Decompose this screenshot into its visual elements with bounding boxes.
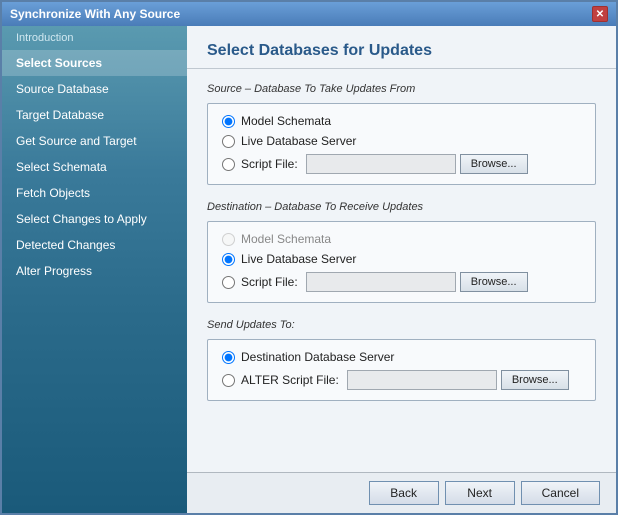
send-dest-db-label: Destination Database Server	[241, 350, 394, 364]
sidebar-item-source-database[interactable]: Source Database	[2, 76, 187, 102]
dest-script-file-label: Script File:	[241, 275, 298, 289]
send-alter-script-row: ALTER Script File: Browse...	[222, 370, 581, 390]
close-button[interactable]: ✕	[592, 6, 608, 22]
dest-script-file-input[interactable]	[306, 272, 456, 292]
dest-model-schemata-label: Model Schemata	[241, 232, 331, 246]
sidebar-item-alter-progress[interactable]: Alter Progress	[2, 258, 187, 284]
send-dest-db-radio[interactable]	[222, 351, 235, 364]
source-model-schemata-label: Model Schemata	[241, 114, 331, 128]
send-alter-script-input[interactable]	[347, 370, 497, 390]
sidebar-item-select-changes[interactable]: Select Changes to Apply	[2, 206, 187, 232]
source-browse-button[interactable]: Browse...	[460, 154, 528, 174]
source-script-file-radio[interactable]	[222, 158, 235, 171]
source-section-box: Model Schemata Live Database Server Scri…	[207, 103, 596, 185]
main-window: Synchronize With Any Source ✕ Introducti…	[0, 0, 618, 515]
source-live-db-label: Live Database Server	[241, 134, 356, 148]
source-script-file-label: Script File:	[241, 157, 298, 171]
source-script-file-input[interactable]	[306, 154, 456, 174]
dest-live-db-row: Live Database Server	[222, 252, 581, 266]
main-body: Source – Database To Take Updates From M…	[187, 69, 616, 472]
page-title: Select Databases for Updates	[207, 42, 596, 60]
footer: Back Next Cancel	[187, 472, 616, 513]
send-alter-script-radio[interactable]	[222, 374, 235, 387]
destination-section: Destination – Database To Receive Update…	[207, 201, 596, 303]
source-script-file-row: Script File: Browse...	[222, 154, 581, 174]
dest-script-file-radio[interactable]	[222, 276, 235, 289]
destination-section-label: Destination – Database To Receive Update…	[207, 201, 596, 213]
window-title: Synchronize With Any Source	[10, 7, 180, 21]
send-updates-label: Send Updates To:	[207, 319, 596, 331]
send-updates-box: Destination Database Server ALTER Script…	[207, 339, 596, 401]
send-alter-script-label: ALTER Script File:	[241, 373, 339, 387]
sidebar-item-introduction[interactable]: Introduction	[2, 26, 187, 50]
sidebar-item-fetch-objects[interactable]: Fetch Objects	[2, 180, 187, 206]
sidebar-item-detected-changes[interactable]: Detected Changes	[2, 232, 187, 258]
sidebar-item-target-database[interactable]: Target Database	[2, 102, 187, 128]
source-section: Source – Database To Take Updates From M…	[207, 83, 596, 185]
main-header: Select Databases for Updates	[187, 26, 616, 69]
dest-live-db-radio[interactable]	[222, 253, 235, 266]
source-model-schemata-radio[interactable]	[222, 115, 235, 128]
dest-model-schemata-row: Model Schemata	[222, 232, 581, 246]
send-updates-section: Send Updates To: Destination Database Se…	[207, 319, 596, 401]
dest-browse-button[interactable]: Browse...	[460, 272, 528, 292]
source-live-db-row: Live Database Server	[222, 134, 581, 148]
dest-live-db-label: Live Database Server	[241, 252, 356, 266]
sidebar: Introduction Select Sources Source Datab…	[2, 26, 187, 513]
source-live-db-radio[interactable]	[222, 135, 235, 148]
sidebar-item-select-sources[interactable]: Select Sources	[2, 50, 187, 76]
dest-script-file-row: Script File: Browse...	[222, 272, 581, 292]
dest-model-schemata-radio[interactable]	[222, 233, 235, 246]
sidebar-item-get-source-target[interactable]: Get Source and Target	[2, 128, 187, 154]
send-dest-db-row: Destination Database Server	[222, 350, 581, 364]
title-bar: Synchronize With Any Source ✕	[2, 2, 616, 26]
source-model-schemata-row: Model Schemata	[222, 114, 581, 128]
sidebar-item-select-schemata[interactable]: Select Schemata	[2, 154, 187, 180]
cancel-button[interactable]: Cancel	[521, 481, 600, 505]
source-section-label: Source – Database To Take Updates From	[207, 83, 596, 95]
destination-section-box: Model Schemata Live Database Server Scri…	[207, 221, 596, 303]
back-button[interactable]: Back	[369, 481, 439, 505]
send-browse-button[interactable]: Browse...	[501, 370, 569, 390]
content-area: Introduction Select Sources Source Datab…	[2, 26, 616, 513]
main-panel: Select Databases for Updates Source – Da…	[187, 26, 616, 513]
next-button[interactable]: Next	[445, 481, 515, 505]
